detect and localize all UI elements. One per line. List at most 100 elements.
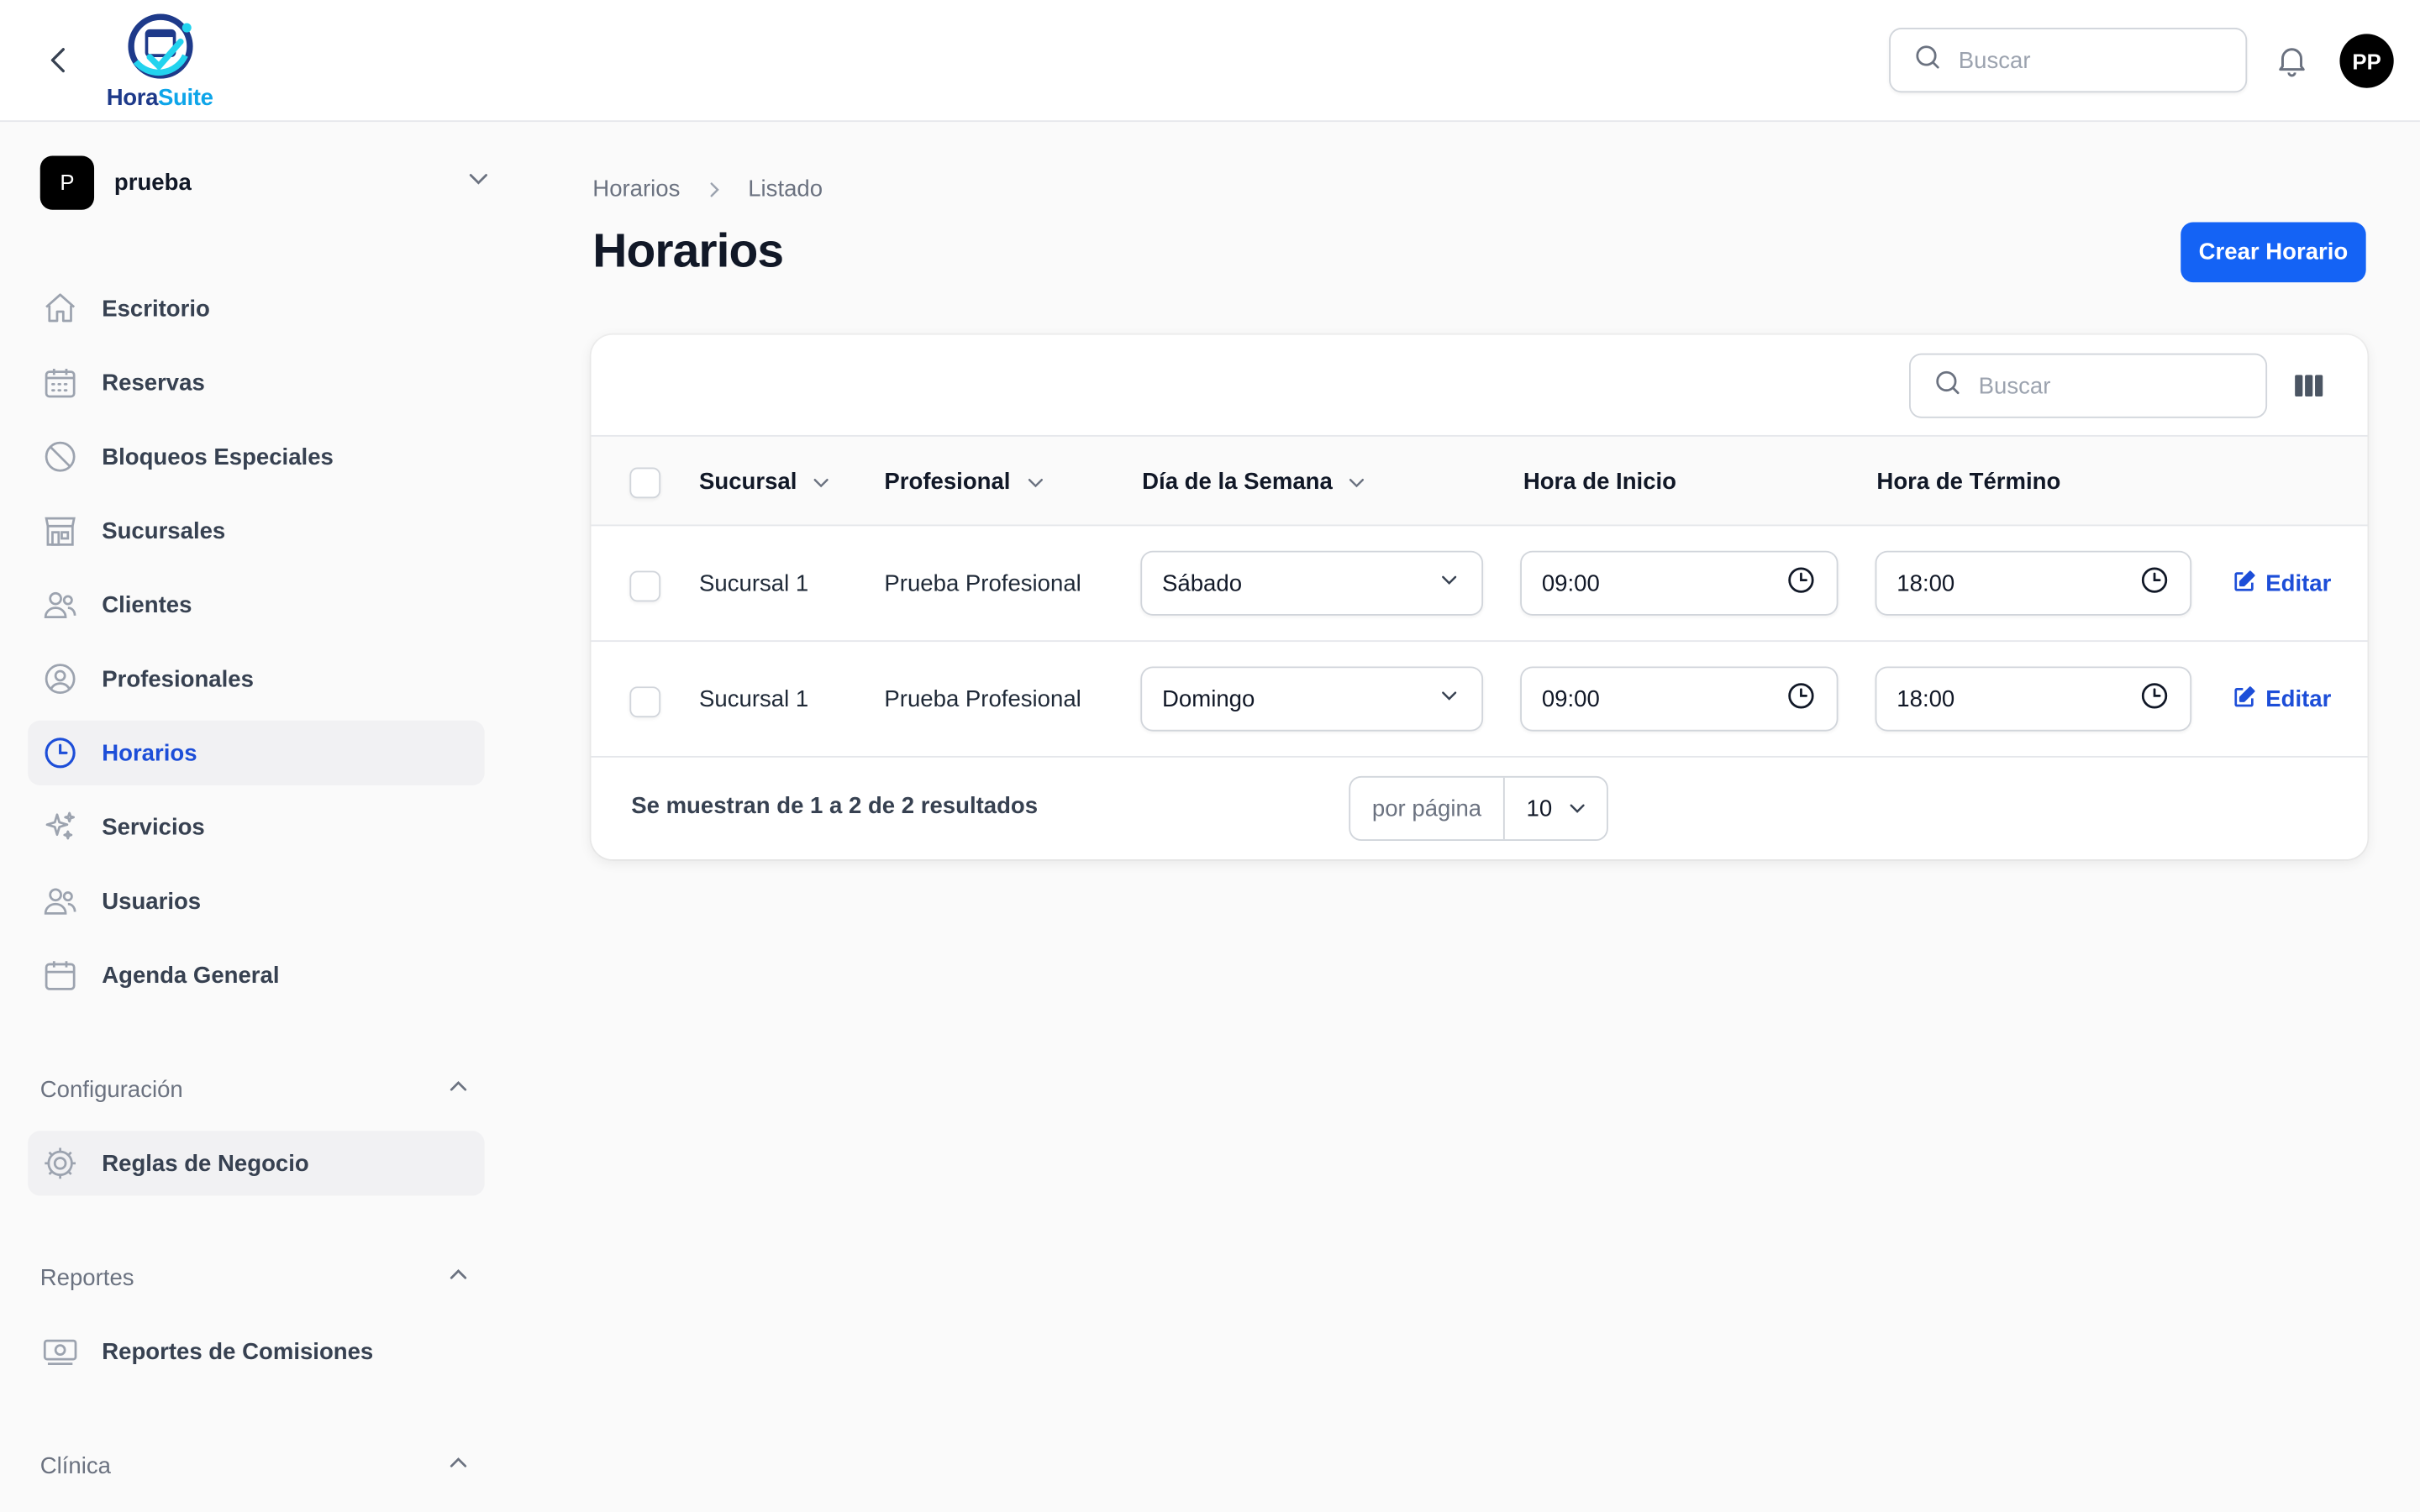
column-label: Día de la Semana bbox=[1142, 469, 1333, 496]
breadcrumb-horarios[interactable]: Horarios bbox=[592, 176, 680, 202]
chevron-up-icon bbox=[445, 1448, 472, 1483]
per-page-number: 10 bbox=[1526, 795, 1553, 822]
column-header-dia[interactable]: Día de la Semana bbox=[1142, 437, 1370, 528]
sidebar-item-label: Horarios bbox=[102, 739, 197, 766]
end-time-input[interactable]: 18:00 bbox=[1875, 550, 2192, 616]
columns-toggle-icon[interactable] bbox=[2291, 367, 2328, 404]
users-icon bbox=[42, 586, 79, 623]
chevron-down-icon bbox=[1345, 470, 1370, 494]
day-select[interactable]: Domingo bbox=[1140, 666, 1484, 732]
cell-sucursal: Sucursal 1 bbox=[699, 686, 809, 713]
table-header: Sucursal Profesional Día de la Semana Ho… bbox=[591, 434, 2368, 528]
row-checkbox[interactable] bbox=[629, 570, 661, 602]
ban-icon bbox=[42, 438, 79, 475]
per-page-select[interactable]: por página 10 bbox=[1349, 775, 1608, 842]
sidebar-item-clientes[interactable]: Clientes bbox=[28, 572, 485, 637]
tenant-badge: P bbox=[39, 155, 95, 209]
avatar[interactable]: PP bbox=[2339, 34, 2394, 88]
back-arrow-icon[interactable] bbox=[40, 42, 77, 79]
sidebar-item-label: Clientes bbox=[102, 591, 192, 618]
sidebar-item-label: Reglas de Negocio bbox=[102, 1150, 309, 1177]
sparkles-icon bbox=[42, 808, 79, 845]
pencil-square-icon bbox=[2232, 569, 2256, 600]
storefront-icon bbox=[42, 512, 79, 549]
sidebar-item-bloqueos[interactable]: Bloqueos Especiales bbox=[28, 424, 485, 489]
banknotes-icon bbox=[42, 1333, 79, 1370]
clock-icon bbox=[1786, 680, 1817, 717]
global-search[interactable] bbox=[1889, 28, 2248, 93]
per-page-label: por página bbox=[1350, 777, 1505, 840]
per-page-value[interactable]: 10 bbox=[1505, 795, 1607, 822]
chevron-down-icon bbox=[1023, 470, 1047, 494]
sidebar-item-agenda-general[interactable]: Agenda General bbox=[28, 942, 485, 1007]
sidebar-item-label: Sucursales bbox=[102, 517, 226, 544]
edit-label: Editar bbox=[2265, 686, 2332, 713]
sidebar-item-profesionales[interactable]: Profesionales bbox=[28, 647, 485, 711]
tenant-switcher[interactable]: P prueba bbox=[39, 155, 494, 210]
chevron-down-icon bbox=[1565, 796, 1589, 821]
clock-icon bbox=[2139, 680, 2170, 717]
chevron-right-icon bbox=[702, 176, 726, 201]
sidebar-item-label: Agenda General bbox=[102, 962, 280, 989]
breadcrumb: Horarios Listado bbox=[592, 176, 823, 202]
sidebar-item-usuarios[interactable]: Usuarios bbox=[28, 869, 485, 933]
table-search[interactable] bbox=[1908, 353, 2268, 418]
global-search-input[interactable] bbox=[1958, 47, 2222, 74]
day-select[interactable]: Sábado bbox=[1140, 550, 1484, 616]
create-horario-button[interactable]: Crear Horario bbox=[2181, 222, 2366, 283]
sidebar-item-horarios[interactable]: Horarios bbox=[28, 720, 485, 785]
edit-button[interactable]: Editar bbox=[2232, 642, 2331, 758]
sidebar-item-label: Usuarios bbox=[102, 888, 202, 915]
calendar-icon bbox=[42, 957, 79, 994]
page-title: Horarios bbox=[592, 223, 784, 278]
bell-icon[interactable] bbox=[2273, 42, 2310, 79]
sidebar-group-clinica[interactable]: Clínica bbox=[40, 1447, 472, 1484]
tenant-name: prueba bbox=[113, 169, 192, 196]
users-icon bbox=[42, 883, 79, 920]
cog-icon bbox=[42, 1145, 79, 1182]
sidebar-item-escritorio[interactable]: Escritorio bbox=[28, 276, 485, 341]
sidebar-group-configuracion[interactable]: Configuración bbox=[40, 1071, 472, 1108]
chevron-down-icon bbox=[1437, 684, 1461, 715]
logo-wordmark: HoraSuite bbox=[106, 85, 213, 112]
sidebar-group-label: Clínica bbox=[39, 1452, 111, 1479]
sidebar-item-servicios[interactable]: Servicios bbox=[28, 795, 485, 859]
table-row: Sucursal 1 Prueba Profesional Sábado 09:… bbox=[591, 526, 2368, 643]
row-checkbox[interactable] bbox=[629, 686, 661, 718]
sidebar-item-label: Escritorio bbox=[102, 295, 210, 322]
edit-label: Editar bbox=[2265, 570, 2332, 597]
search-icon bbox=[1912, 41, 1944, 80]
chevron-up-icon bbox=[445, 1072, 472, 1107]
sidebar-item-label: Profesionales bbox=[102, 665, 254, 692]
column-label: Sucursal bbox=[699, 469, 797, 496]
clock-icon bbox=[1786, 564, 1817, 601]
sidebar-item-reservas[interactable]: Reservas bbox=[28, 350, 485, 415]
select-all-checkbox[interactable] bbox=[629, 467, 661, 499]
column-label: Hora de Término bbox=[1876, 469, 2061, 496]
cell-profesional: Prueba Profesional bbox=[884, 570, 1081, 597]
sidebar-group-reportes[interactable]: Reportes bbox=[40, 1259, 472, 1296]
clock-icon bbox=[2139, 564, 2170, 601]
column-label: Hora de Inicio bbox=[1523, 469, 1677, 496]
user-circle-icon bbox=[42, 660, 79, 697]
sidebar-group-label: Reportes bbox=[39, 1264, 134, 1291]
sidebar-item-label: Servicios bbox=[102, 813, 205, 841]
home-icon bbox=[42, 290, 79, 327]
start-time-input[interactable]: 09:00 bbox=[1520, 550, 1839, 616]
sidebar-item-reglas-negocio[interactable]: Reglas de Negocio bbox=[28, 1131, 485, 1196]
end-time-input[interactable]: 18:00 bbox=[1875, 666, 2192, 732]
column-header-sucursal[interactable]: Sucursal bbox=[699, 437, 834, 528]
sidebar-item-label: Bloqueos Especiales bbox=[102, 444, 334, 470]
sidebar-item-reportes-comisiones[interactable]: Reportes de Comisiones bbox=[28, 1319, 485, 1383]
top-bar: HoraSuite PP bbox=[0, 0, 2420, 123]
search-icon bbox=[1933, 366, 1964, 405]
start-time-input[interactable]: 09:00 bbox=[1520, 666, 1839, 732]
day-select-value: Domingo bbox=[1162, 685, 1255, 712]
column-header-profesional[interactable]: Profesional bbox=[884, 437, 1047, 528]
edit-button[interactable]: Editar bbox=[2232, 526, 2331, 642]
pencil-square-icon bbox=[2232, 685, 2256, 716]
sidebar-item-sucursales[interactable]: Sucursales bbox=[28, 498, 485, 563]
table-search-input[interactable] bbox=[1978, 372, 2241, 399]
clock-icon bbox=[42, 734, 79, 771]
chevron-up-icon bbox=[445, 1260, 472, 1295]
